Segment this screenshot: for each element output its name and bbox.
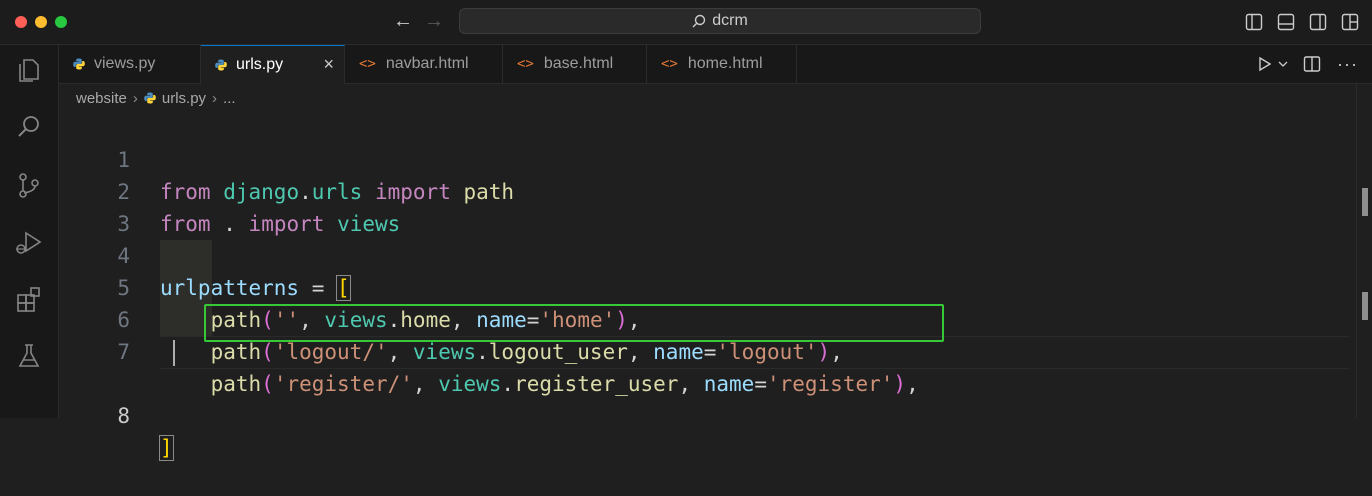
split-editor-icon[interactable] [1303,55,1321,73]
python-icon [144,92,156,104]
chevron-right-icon: › [212,89,218,107]
source-control-icon[interactable] [14,170,44,200]
chevron-right-icon: › [132,89,138,107]
python-icon [73,58,85,70]
breadcrumb: website › urls.py › ... [59,84,1349,112]
tab-navbar-html[interactable]: <> navbar.html [345,45,503,83]
tab-label: base.html [543,55,614,72]
scroll-marker [1362,188,1368,216]
close-tab-icon[interactable]: × [323,54,334,75]
toggle-primary-sidebar-icon[interactable] [1245,13,1263,31]
tab-label: home.html [687,55,763,72]
editor-actions: ··· [1257,45,1358,83]
testing-icon[interactable] [14,341,44,371]
highlight-box [204,304,944,342]
code-line: 5 path('', views.home, name='home'), [59,240,1349,332]
files-icon[interactable] [14,55,44,85]
command-center-search[interactable]: dcrm [459,8,981,34]
code-line: 2 from . import views [59,144,1349,236]
customize-layout-icon[interactable] [1341,13,1359,31]
tab-base-html[interactable]: <> base.html [503,45,647,83]
python-icon [215,59,227,71]
maximize-window-button[interactable] [55,16,67,28]
search-label: dcrm [712,12,748,29]
title-bar: ← → dcrm [0,0,1372,45]
line-number: 8 [117,404,130,428]
code-line: 3 [59,176,1349,236]
back-arrow-icon[interactable]: ← [393,10,413,32]
breadcrumb-file[interactable]: urls.py [162,90,206,107]
close-window-button[interactable] [15,16,27,28]
activity-bar [0,45,59,418]
html-icon: <> [359,56,376,72]
html-icon: <> [517,56,534,72]
vertical-scrollbar[interactable] [1356,84,1372,418]
search-icon [692,14,706,28]
run-debug-icon[interactable] [14,228,44,258]
code-editor[interactable]: 1 from django.urls import path 2 from . … [59,112,1349,461]
extensions-icon[interactable] [14,285,44,315]
html-icon: <> [661,56,678,72]
tab-views-py[interactable]: views.py [59,45,201,83]
breadcrumb-folder[interactable]: website [76,90,127,107]
tab-label: urls.py [236,56,284,73]
editor-tab-bar: views.py urls.py × <> navbar.html <> bas… [59,45,1372,84]
tab-label: navbar.html [385,55,469,72]
chevron-down-icon[interactable] [1277,56,1289,72]
code-line: 6 path('logout/', views.logout_user, nam… [59,272,1349,364]
code-text: ] [159,435,174,461]
code-line: 1 from django.urls import path [59,112,1349,204]
code-text: path('register/', views.register_user, n… [210,372,919,396]
scroll-marker [1362,292,1368,320]
run-file-icon[interactable] [1257,56,1273,72]
forward-arrow-icon[interactable]: → [424,10,444,32]
tab-urls-py[interactable]: urls.py × [201,45,345,84]
code-line: 4 urlpatterns = [ [59,208,1349,301]
tab-label: views.py [94,55,156,72]
toggle-secondary-sidebar-icon[interactable] [1309,13,1327,31]
search-icon[interactable] [14,112,44,142]
text-cursor [173,340,175,366]
breadcrumb-symbol[interactable]: ... [223,90,236,107]
more-actions-icon[interactable]: ··· [1337,54,1358,75]
tab-home-html[interactable]: <> home.html [647,45,797,83]
toggle-panel-icon[interactable] [1277,13,1295,31]
minimize-window-button[interactable] [35,16,47,28]
